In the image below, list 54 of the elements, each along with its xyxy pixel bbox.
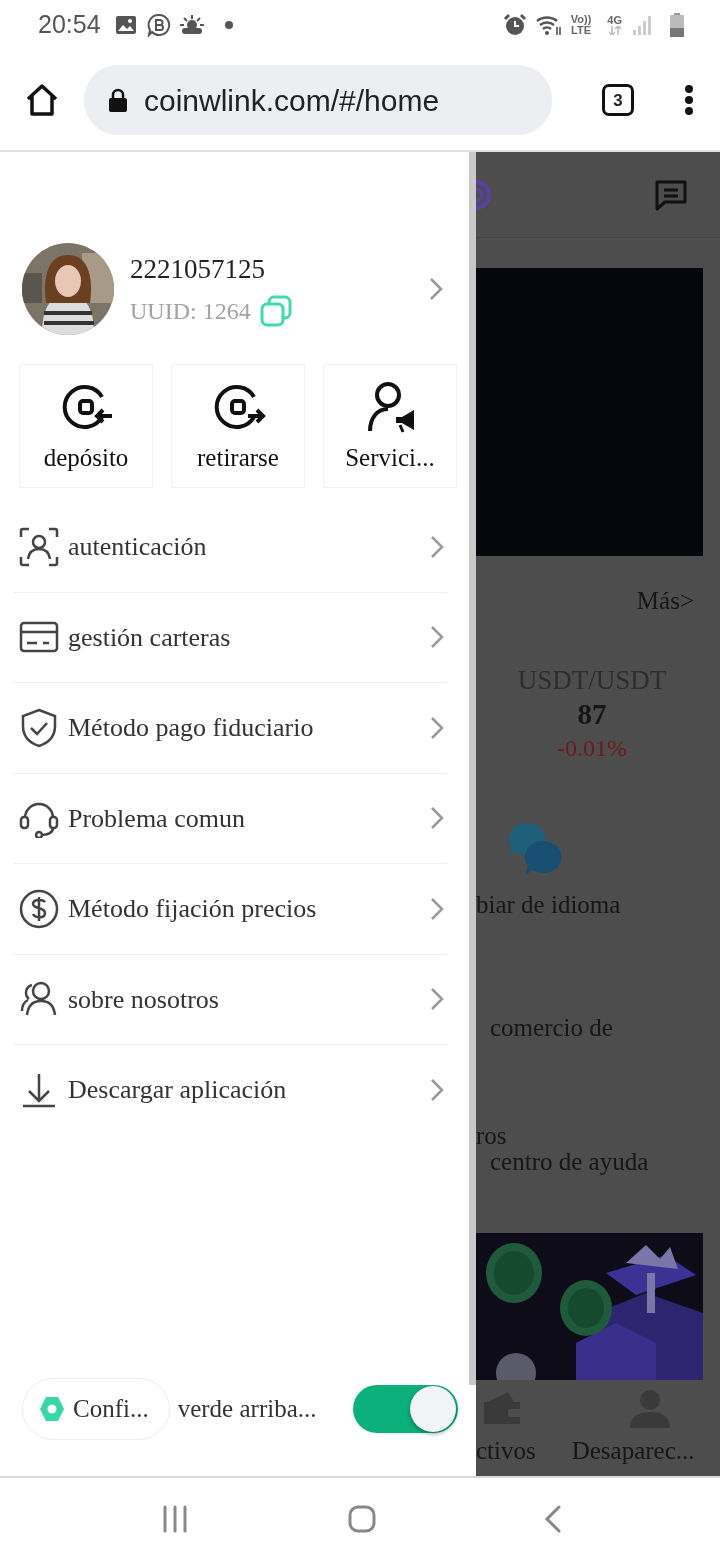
battery-icon <box>670 13 684 37</box>
shield-check-icon <box>19 707 59 748</box>
toggle-label: verde arriba... <box>177 1394 318 1425</box>
lock-icon <box>108 88 128 112</box>
network-label: Vo)) <box>570 14 592 25</box>
shortcut-label: comercio de <box>490 1013 614 1043</box>
data-arrows-icon <box>608 26 621 35</box>
tab-count[interactable]: 3 <box>602 84 634 116</box>
chevron-right-icon <box>429 277 443 301</box>
ticker-price: 87 <box>577 699 607 729</box>
chevron-right-icon <box>430 715 444 740</box>
hexagon-icon <box>39 1396 65 1422</box>
menu-item[interactable]: Método fijación precios <box>0 864 469 954</box>
toggle-switch[interactable] <box>353 1385 458 1433</box>
chevron-right-icon <box>430 534 444 559</box>
menu-item[interactable]: Problema comun <box>0 773 469 863</box>
notification-dot-icon <box>224 21 233 29</box>
message-icon[interactable] <box>654 178 688 211</box>
network-label: LTE <box>571 25 591 36</box>
person-frame-icon <box>19 526 59 567</box>
menu-item[interactable]: Descargar aplicación <box>0 1045 469 1135</box>
chevron-right-icon <box>430 806 444 831</box>
settings-chip[interactable]: Confi... <box>22 1378 170 1440</box>
weather-icon <box>178 14 205 36</box>
menu-item[interactable]: Método pago fiduciario <box>0 683 469 773</box>
menu-item[interactable]: autenticación <box>0 502 469 592</box>
more-menu-icon[interactable] <box>684 85 694 115</box>
action-tile[interactable]: Servici... <box>323 364 457 488</box>
gallery-icon <box>114 14 137 36</box>
home-icon[interactable] <box>24 82 60 118</box>
chevron-right-icon <box>430 987 444 1012</box>
chevron-right-icon <box>430 896 444 921</box>
clock-time: 20:54 <box>38 9 101 41</box>
ring-icon <box>476 179 490 210</box>
chevron-right-icon <box>430 625 444 650</box>
profile-row[interactable]: 2221057125 UUID: 1264 <box>0 243 469 335</box>
dollar-icon <box>19 888 59 929</box>
chevron-right-icon <box>430 1077 444 1102</box>
copy-icon[interactable] <box>258 294 293 329</box>
uuid-text: UUID: 1264 <box>130 297 251 327</box>
user-id: 2221057125 <box>130 252 266 286</box>
network-label: 4G <box>607 15 622 26</box>
back-icon[interactable] <box>544 1505 562 1533</box>
menu-item[interactable]: gestión carteras <box>0 592 469 682</box>
wifi-icon <box>534 14 563 36</box>
signal-icon <box>632 14 652 36</box>
recents-icon[interactable] <box>161 1505 189 1533</box>
chat-bubble-icon <box>146 13 171 37</box>
home-button-icon[interactable] <box>348 1505 376 1533</box>
address-bar[interactable]: coinwlink.com/#/home <box>84 65 552 135</box>
action-tile[interactable]: retirarse <box>171 364 305 488</box>
action-tile[interactable]: depósito <box>19 364 153 488</box>
alarm-icon <box>502 13 527 37</box>
menu-item[interactable]: sobre nosotros <box>0 954 469 1044</box>
